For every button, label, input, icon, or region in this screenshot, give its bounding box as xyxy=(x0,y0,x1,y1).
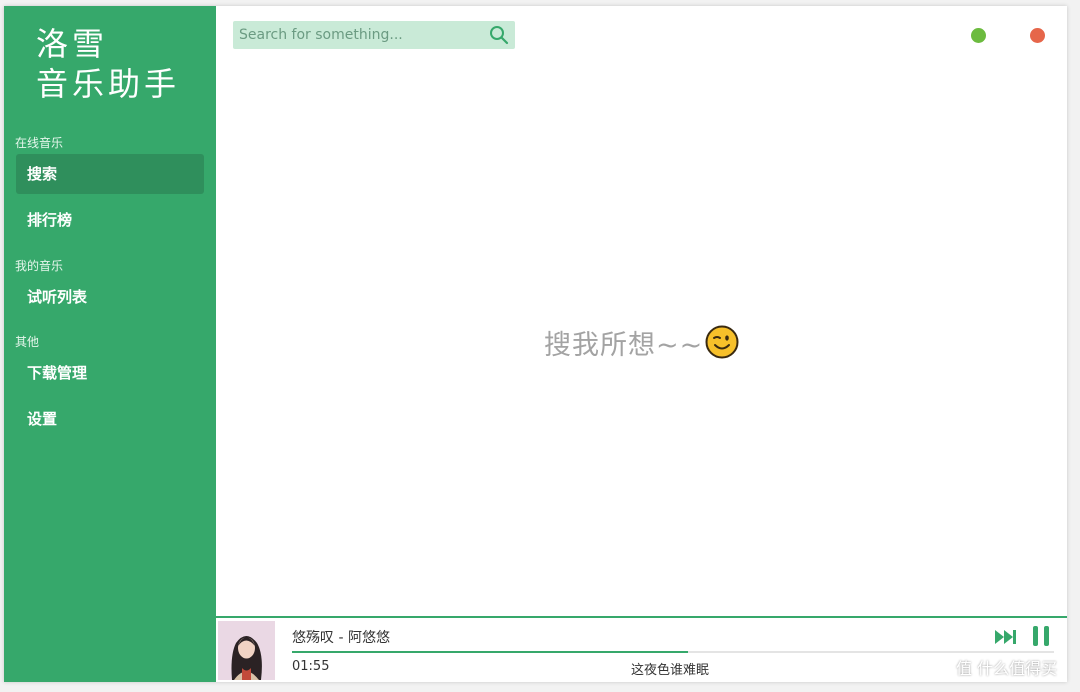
search-input[interactable] xyxy=(233,21,483,49)
app-window: 洛雪 音乐助手 在线音乐 搜索 排行榜 我的音乐 试听列表 其他 下载管理 设置… xyxy=(4,6,1067,682)
player-bar: 悠殇叹 - 阿悠悠 01:55 这夜色谁难眠 xyxy=(216,616,1067,682)
album-cover[interactable] xyxy=(218,621,275,680)
minimize-button[interactable] xyxy=(971,28,986,43)
section-label-other: 其他 xyxy=(15,335,40,349)
sidebar-item-download-manager[interactable]: 下载管理 xyxy=(16,353,204,393)
section-label-my-music: 我的音乐 xyxy=(15,259,64,273)
watermark: 值 什么值得买 xyxy=(956,659,1058,678)
progress-bar[interactable] xyxy=(292,651,1054,653)
next-track-icon[interactable] xyxy=(994,627,1018,647)
album-cover-art xyxy=(218,621,275,680)
song-title: 悠殇叹 - 阿悠悠 xyxy=(292,630,390,646)
app-logo: 洛雪 音乐助手 xyxy=(36,24,180,104)
progress-fill xyxy=(292,651,689,653)
current-time: 01:55 xyxy=(292,659,330,674)
logo-line-2: 音乐助手 xyxy=(36,65,181,103)
sidebar: 洛雪 音乐助手 在线音乐 搜索 排行榜 我的音乐 试听列表 其他 下载管理 设置 xyxy=(4,6,216,682)
main-content: 搜我所想~~ xyxy=(216,6,1067,616)
section-label-online-music: 在线音乐 xyxy=(15,136,64,150)
sidebar-item-search[interactable]: 搜索 xyxy=(16,154,204,194)
wink-emoji-icon xyxy=(705,325,739,359)
sidebar-item-charts[interactable]: 排行榜 xyxy=(16,200,204,240)
logo-line-1: 洛雪 xyxy=(36,25,109,63)
empty-state-text: 搜我所想~~ xyxy=(544,329,704,361)
lyric-line: 这夜色谁难眠 xyxy=(631,663,710,678)
sidebar-item-settings[interactable]: 设置 xyxy=(16,399,204,439)
search-box xyxy=(233,21,515,49)
sidebar-item-play-list[interactable]: 试听列表 xyxy=(16,277,204,317)
close-button[interactable] xyxy=(1030,28,1045,43)
search-icon[interactable] xyxy=(489,25,509,45)
empty-state: 搜我所想~~ xyxy=(544,322,739,362)
pause-icon[interactable] xyxy=(1030,624,1052,648)
